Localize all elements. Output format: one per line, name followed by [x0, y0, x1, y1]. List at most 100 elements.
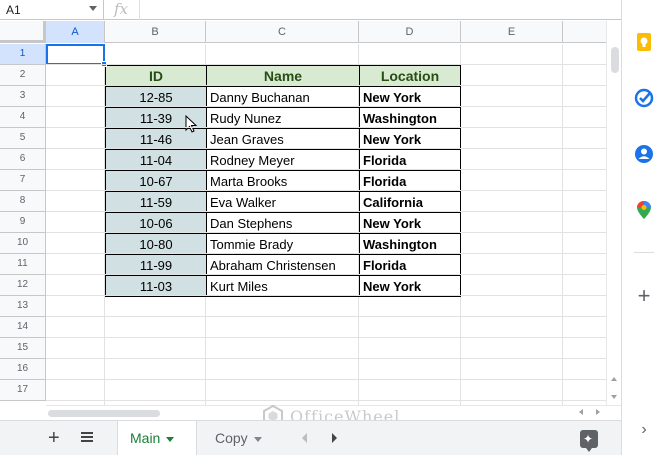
- table-header-row: ID Name Location: [105, 65, 461, 87]
- table-row: 11-03 Kurt Miles New York: [105, 275, 461, 297]
- scroll-right-arrow-icon[interactable]: [596, 409, 600, 415]
- location-cell[interactable]: Florida: [359, 254, 461, 276]
- tasks-icon[interactable]: [634, 88, 654, 108]
- row-header-13[interactable]: 13: [0, 296, 46, 317]
- id-cell[interactable]: 10-80: [105, 233, 207, 255]
- location-cell[interactable]: Florida: [359, 170, 461, 192]
- row-header-15[interactable]: 15: [0, 338, 46, 359]
- row-header-11[interactable]: 11: [0, 254, 46, 275]
- name-cell[interactable]: Tommie Brady: [206, 233, 360, 255]
- horizontal-scroll-thumb[interactable]: [48, 410, 160, 417]
- row-header-4[interactable]: 4: [0, 107, 46, 128]
- sheet-tab-copy-label: Copy: [215, 430, 248, 446]
- cell-reference: A1: [6, 3, 21, 17]
- id-cell[interactable]: 12-85: [105, 86, 207, 108]
- id-cell[interactable]: 11-03: [105, 275, 207, 297]
- fx-icon: fx: [110, 0, 140, 20]
- location-cell[interactable]: Washington: [359, 233, 461, 255]
- location-cell[interactable]: New York: [359, 86, 461, 108]
- location-cell[interactable]: California: [359, 191, 461, 213]
- name-cell[interactable]: Rudy Nunez: [206, 107, 360, 129]
- vertical-scroll-thumb[interactable]: [611, 47, 619, 73]
- location-cell[interactable]: New York: [359, 275, 461, 297]
- row-header-8[interactable]: 8: [0, 191, 46, 212]
- row-header-3[interactable]: 3: [0, 86, 46, 107]
- table-row: 12-85 Danny Buchanan New York: [105, 86, 461, 108]
- vertical-scrollbar[interactable]: [606, 21, 621, 405]
- all-sheets-menu-icon[interactable]: [80, 429, 94, 447]
- add-sheet-icon[interactable]: +: [48, 428, 60, 448]
- sheet-tab-main-label: Main: [130, 430, 161, 446]
- id-cell[interactable]: 10-06: [105, 212, 207, 234]
- location-cell[interactable]: Washington: [359, 107, 461, 129]
- name-cell[interactable]: Dan Stephens: [206, 212, 360, 234]
- explore-icon[interactable]: ✦: [580, 430, 598, 452]
- spreadsheet-grid[interactable]: A B C D E ID Name Location 12-85 Danny Bucha…: [0, 21, 621, 405]
- table-header-cell[interactable]: Name: [206, 65, 360, 87]
- table-row: 11-39 Rudy Nunez Washington: [105, 107, 461, 129]
- scroll-up-arrow-icon[interactable]: [611, 377, 617, 381]
- table-row: 11-99 Abraham Christensen Florida: [105, 254, 461, 276]
- keep-icon[interactable]: [634, 32, 654, 52]
- location-cell[interactable]: New York: [359, 212, 461, 234]
- id-cell[interactable]: 11-04: [105, 149, 207, 171]
- column-header-c[interactable]: C: [206, 21, 359, 43]
- sheet-tab-bar: + Main Copy ✦: [0, 420, 621, 455]
- table-header-cell[interactable]: Location: [359, 65, 461, 87]
- scroll-tabs-right-icon[interactable]: [332, 433, 337, 443]
- data-table[interactable]: ID Name Location 12-85 Danny Buchanan New Yor…: [105, 65, 461, 297]
- select-all-corner[interactable]: [0, 21, 46, 43]
- expand-panel-icon[interactable]: ›: [636, 422, 652, 438]
- chevron-down-icon[interactable]: [89, 6, 97, 11]
- table-row: 11-46 Jean Graves New York: [105, 128, 461, 150]
- name-cell[interactable]: Jean Graves: [206, 128, 360, 150]
- name-cell[interactable]: Danny Buchanan: [206, 86, 360, 108]
- row-header-14[interactable]: 14: [0, 317, 46, 338]
- side-panel: + ›: [621, 0, 665, 455]
- id-cell[interactable]: 10-67: [105, 170, 207, 192]
- column-header-e[interactable]: E: [461, 21, 563, 43]
- row-header-1[interactable]: 1: [0, 44, 46, 65]
- row-header-7[interactable]: 7: [0, 170, 46, 191]
- table-row: 10-67 Marta Brooks Florida: [105, 170, 461, 192]
- maps-icon[interactable]: [634, 200, 654, 220]
- name-cell[interactable]: Kurt Miles: [206, 275, 360, 297]
- name-cell[interactable]: Abraham Christensen: [206, 254, 360, 276]
- location-cell[interactable]: Florida: [359, 149, 461, 171]
- row-header-5[interactable]: 5: [0, 128, 46, 149]
- row-header-9[interactable]: 9: [0, 212, 46, 233]
- row-header-6[interactable]: 6: [0, 149, 46, 170]
- mouse-cursor-icon: [185, 115, 198, 133]
- column-header-a[interactable]: A: [46, 21, 105, 43]
- chevron-down-icon[interactable]: [253, 436, 262, 442]
- active-cell-selection[interactable]: [46, 44, 107, 67]
- scroll-down-arrow-icon[interactable]: [611, 395, 617, 399]
- chevron-down-icon[interactable]: [166, 436, 175, 442]
- name-cell[interactable]: Marta Brooks: [206, 170, 360, 192]
- id-cell[interactable]: 11-59: [105, 191, 207, 213]
- id-cell[interactable]: 11-99: [105, 254, 207, 276]
- table-header-cell[interactable]: ID: [105, 65, 207, 87]
- row-header-2[interactable]: 2: [0, 65, 46, 86]
- scroll-left-arrow-icon[interactable]: [579, 409, 583, 415]
- side-panel-divider: [634, 252, 654, 253]
- table-row: 11-59 Eva Walker California: [105, 191, 461, 213]
- table-row: 11-04 Rodney Meyer Florida: [105, 149, 461, 171]
- row-header-17[interactable]: 17: [0, 380, 46, 401]
- location-cell[interactable]: New York: [359, 128, 461, 150]
- add-addon-icon[interactable]: +: [634, 285, 654, 307]
- row-header-10[interactable]: 10: [0, 233, 46, 254]
- column-header-b[interactable]: B: [105, 21, 206, 43]
- name-cell[interactable]: Eva Walker: [206, 191, 360, 213]
- contacts-icon[interactable]: [634, 144, 654, 164]
- row-header-12[interactable]: 12: [0, 275, 46, 296]
- formula-input[interactable]: [145, 0, 615, 20]
- name-cell[interactable]: Rodney Meyer: [206, 149, 360, 171]
- name-box[interactable]: A1: [0, 0, 104, 20]
- sheet-tab-copy[interactable]: Copy: [203, 421, 283, 455]
- scroll-tabs-left-icon[interactable]: [302, 433, 307, 443]
- column-header-d[interactable]: D: [359, 21, 461, 43]
- column-header-bar: A B C D E: [0, 21, 621, 43]
- row-header-16[interactable]: 16: [0, 359, 46, 380]
- sheet-tab-main[interactable]: Main: [117, 421, 197, 455]
